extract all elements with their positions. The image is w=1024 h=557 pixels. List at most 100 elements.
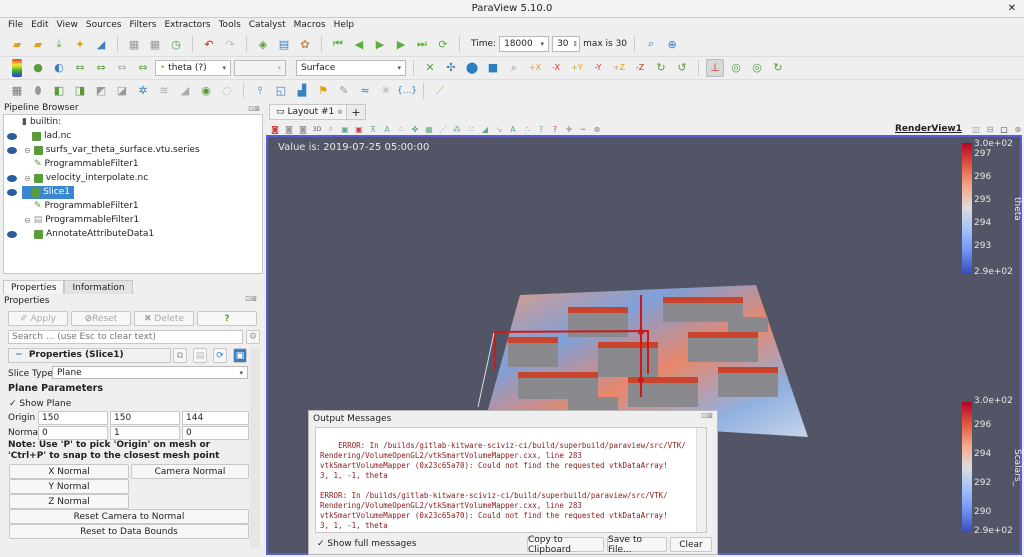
camera-props-icon[interactable]: ⌕ [325, 123, 337, 135]
pipeline-item-velocity[interactable]: ⊖ velocity_interpolate.nc [24, 172, 148, 185]
view-plus-x-icon[interactable]: +X [526, 59, 544, 77]
widget-handle[interactable] [638, 377, 644, 383]
component-select[interactable]: ▾ [234, 59, 286, 76]
query-icon[interactable]: ? [535, 123, 547, 135]
rotate-ccw-90-icon[interactable]: ↺ [673, 59, 691, 77]
reset-session-icon[interactable]: ◷ [167, 35, 185, 53]
threshold-icon[interactable]: ◩ [92, 82, 110, 100]
pipeline-item-annotate[interactable]: AnnotateAttributeData1 [34, 228, 154, 241]
color-map-editor-icon[interactable]: ● [29, 59, 47, 77]
probe-line-icon[interactable]: ⫯ [251, 82, 269, 100]
disconnect-icon[interactable]: ◢ [92, 35, 110, 53]
zoom-box-icon[interactable]: ■ [484, 59, 502, 77]
tab-layout-1[interactable]: ▭ Layout #1 ⊗ [269, 104, 351, 120]
ruler-icon[interactable]: ⟋ [431, 82, 449, 100]
capture-icon[interactable]: ◙ [283, 123, 295, 135]
collapse-icon[interactable]: ⊖ [24, 214, 31, 227]
menu-sources[interactable]: Sources [82, 18, 126, 32]
x-normal-button[interactable]: X Normal [9, 464, 129, 479]
warp-vector-icon[interactable]: ◢ [176, 82, 194, 100]
view-plus-y-icon[interactable]: +Y [568, 59, 586, 77]
show-orientation-axes-icon[interactable]: ⊥ [706, 58, 724, 77]
select-frustum-icon[interactable]: ⊼ [367, 123, 379, 135]
menu-file[interactable]: File [4, 18, 27, 32]
output-messages-text[interactable]: ERROR: In /builds/gitlab-kitware-sciviz-… [315, 427, 707, 533]
plot-over-line-icon[interactable]: ◱ [272, 82, 290, 100]
origin-x-input[interactable]: 150 [38, 411, 108, 425]
help-button[interactable]: ? [197, 311, 257, 326]
next-frame-icon[interactable]: ▶ [392, 35, 410, 53]
select-block-icon[interactable]: ⁙ [465, 123, 477, 135]
reset-to-data-bounds-button[interactable]: Reset to Data Bounds [9, 524, 249, 539]
load-state-icon[interactable]: ▦ [146, 35, 164, 53]
redo-icon[interactable]: ↷ [221, 35, 239, 53]
show-plane-checkbox[interactable]: ✓ Show Plane [9, 398, 71, 410]
query-red-icon[interactable]: ? [549, 123, 561, 135]
eye-icon[interactable] [7, 147, 17, 154]
select-points-icon[interactable]: ▣ [353, 123, 365, 135]
delete-button[interactable]: ✖ Delete [134, 311, 194, 326]
open-folder-icon[interactable]: ▰ [8, 35, 26, 53]
rescale-temporal-icon[interactable]: ⇔ [113, 59, 131, 77]
pipeline-item-programmable-filter[interactable]: ✎ ProgrammableFilter1 [34, 200, 139, 213]
colorbar-scalars[interactable] [962, 402, 972, 532]
maximize-icon[interactable]: ▢ [998, 123, 1010, 135]
time-select[interactable]: 18000 ▾ [499, 36, 550, 52]
refresh-icon[interactable]: ⟳ [213, 348, 227, 363]
eye-icon[interactable] [7, 231, 17, 238]
slice-type-select[interactable]: Plane ▾ [52, 366, 248, 379]
pipeline-item-builtin[interactable]: ▮ builtin: [22, 116, 61, 129]
camera-undo-icon[interactable]: ◈ [254, 35, 272, 53]
origin-y-input[interactable]: 150 [110, 411, 180, 425]
color-palette-icon[interactable]: ✿ [296, 35, 314, 53]
hover-points-icon[interactable]: ✤ [409, 123, 421, 135]
copy-to-clipboard-button[interactable]: Copy to Clipboard [527, 535, 604, 555]
dock-buttons-icon[interactable]: ⊡⊠ [701, 412, 713, 420]
pipeline-item-surfs[interactable]: ⊖ surfs_var_theta_surface.vtu.series [24, 144, 200, 157]
view-minus-z-icon[interactable]: -Z [631, 59, 649, 77]
show-labels-icon[interactable]: A [507, 123, 519, 135]
pipeline-item-programmable-filter[interactable]: ✎ ProgrammableFilter1 [34, 158, 139, 171]
last-frame-icon[interactable]: ⏭ [413, 35, 431, 53]
view-plus-z-icon[interactable]: +Z [610, 59, 628, 77]
connect-icon[interactable]: ✦ [71, 35, 89, 53]
clip-icon[interactable]: ◧ [50, 82, 68, 100]
rescale-visible-icon[interactable]: ⇔ [134, 59, 152, 77]
reset-view-icon[interactable]: ◙ [269, 123, 281, 135]
play-icon[interactable]: ▶ [371, 35, 389, 53]
view-minus-x-icon[interactable]: -X [547, 59, 565, 77]
clear-button[interactable]: Clear [670, 537, 712, 552]
extract-level-icon[interactable]: ◌ [218, 82, 236, 100]
properties-scrollbar[interactable] [250, 348, 260, 548]
paste-properties-icon[interactable]: ▤ [193, 348, 207, 363]
menu-filters[interactable]: Filters [125, 18, 160, 32]
clear-selection-icon[interactable]: ⊗ [591, 123, 603, 135]
add-layout-button[interactable]: + [346, 104, 366, 120]
grow-selection-icon[interactable]: ◢ [479, 123, 491, 135]
copy-properties-icon[interactable]: ⧉ [173, 348, 187, 363]
close-view-icon[interactable]: ⊗ [1012, 123, 1024, 135]
split-horizontal-icon[interactable]: ◫ [970, 123, 982, 135]
menu-tools[interactable]: Tools [215, 18, 245, 32]
reset-range-icon[interactable]: ◐ [50, 59, 68, 77]
reset-camera-to-normal-button[interactable]: Reset Camera to Normal [9, 509, 249, 524]
camera-icon[interactable]: ◙ [297, 123, 309, 135]
reset-camera-icon[interactable]: ✕ [421, 59, 439, 77]
save-to-file-button[interactable]: Save to File... [607, 535, 667, 555]
find-data-icon[interactable]: ▤ [275, 35, 293, 53]
close-icon[interactable]: ✕ [1008, 0, 1016, 18]
tab-properties[interactable]: Properties [3, 280, 65, 294]
plot-data-icon[interactable]: ⚑ [314, 82, 332, 100]
output-scrollbar[interactable] [696, 428, 706, 532]
menu-edit[interactable]: Edit [27, 18, 52, 32]
eye-icon[interactable] [7, 133, 17, 140]
rescale-custom-c-icon[interactable]: ⇔ [92, 59, 110, 77]
menu-extractors[interactable]: Extractors [160, 18, 214, 32]
close-tab-icon[interactable]: ⊗ [337, 105, 343, 120]
zoom-to-data-icon[interactable]: ✣ [442, 59, 460, 77]
menu-view[interactable]: View [53, 18, 82, 32]
split-vertical-icon[interactable]: ⊟ [984, 123, 996, 135]
pipeline-item-slice1[interactable]: Slice1 [22, 186, 74, 199]
colorbar-theta[interactable] [962, 143, 972, 273]
select-block-icon[interactable]: A [381, 123, 393, 135]
